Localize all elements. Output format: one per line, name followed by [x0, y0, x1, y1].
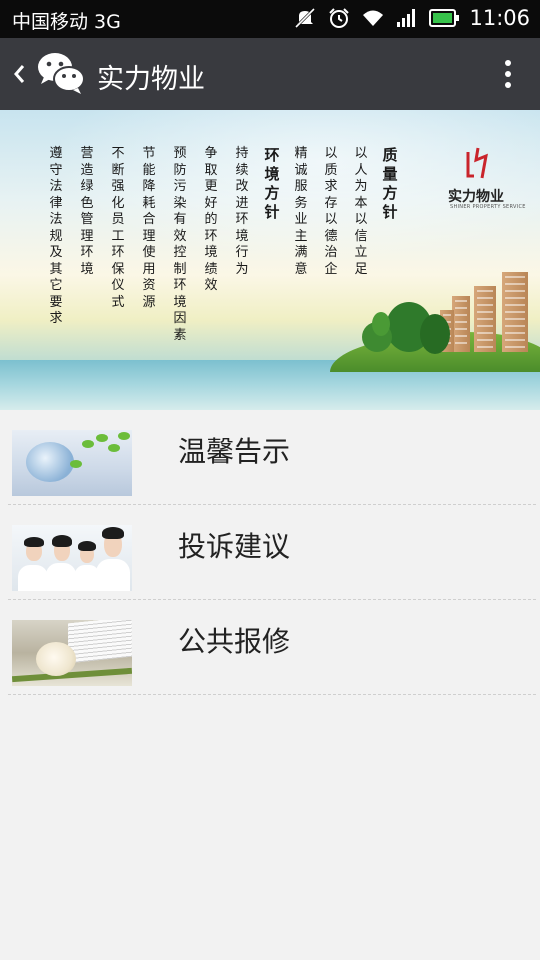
slogan-column: 遵守法律法规及其它要求 — [49, 146, 63, 326]
slogan-column: 争取更好的环境绩效 — [204, 146, 218, 293]
page-title: 实力物业 — [97, 64, 205, 95]
slogan-column: 精诚服务 业主满意 — [294, 146, 308, 277]
banner: 遵守法律法规及其它要求 营造绿色管理环境 不断强化员工环保仪式 节能降耗 合理使… — [0, 110, 540, 410]
carrier-label: 中国移动 3G — [12, 11, 121, 33]
notice-thumbnail — [12, 430, 132, 496]
slogan-heading: 环境方针 — [264, 146, 280, 221]
tree — [420, 314, 450, 354]
company-logo-icon — [466, 147, 488, 179]
slogan-column: 不断强化员工环保仪式 — [111, 146, 125, 310]
slogan-column: 预防污染有效控制环境因素 — [173, 146, 187, 343]
building — [502, 272, 528, 352]
slogan-column: 以人为本 以信立足 — [354, 146, 368, 277]
building — [452, 296, 470, 352]
list-item-repair[interactable]: 公共报修 — [8, 600, 536, 695]
logo-text: 实力物业 — [448, 189, 504, 205]
status-bar: 中国移动 3G 11:06 — [0, 0, 540, 38]
list-item-label: 温馨告示 — [178, 435, 291, 468]
list-item-label: 公共报修 — [178, 625, 291, 658]
slogan-column: 营造绿色管理环境 — [80, 146, 94, 277]
chevron-left-icon[interactable] — [8, 56, 32, 92]
slogan-column: 持续改进环境行为 — [235, 146, 249, 277]
alarm-icon — [329, 8, 350, 28]
logo-subtitle: SHINER PROPERTY SERVICE — [450, 204, 526, 210]
battery-icon — [429, 9, 460, 27]
title-bar: 实力物业 — [0, 38, 540, 110]
building — [474, 286, 496, 352]
wifi-icon — [363, 10, 384, 26]
tree — [372, 312, 390, 336]
menu-list: 温馨告示 投诉建议 公共报修 — [0, 410, 540, 695]
status-icons: 11:06 — [293, 6, 530, 30]
complaint-thumbnail — [12, 525, 132, 591]
slogan-heading: 质量方针 — [382, 146, 398, 221]
signal-icon — [397, 9, 416, 27]
list-item-complaint[interactable]: 投诉建议 — [8, 505, 536, 600]
more-vertical-icon[interactable] — [502, 56, 514, 94]
mute-icon — [295, 7, 316, 29]
list-item-label: 投诉建议 — [178, 530, 291, 563]
list-item-notice[interactable]: 温馨告示 — [8, 410, 536, 505]
repair-thumbnail — [12, 620, 132, 686]
slogan-column: 节能降耗 合理使用资源 — [142, 146, 156, 310]
clock: 11:06 — [469, 6, 530, 30]
wechat-icon — [38, 53, 85, 94]
slogan-column: 以质求存 以德治企 — [324, 146, 338, 277]
